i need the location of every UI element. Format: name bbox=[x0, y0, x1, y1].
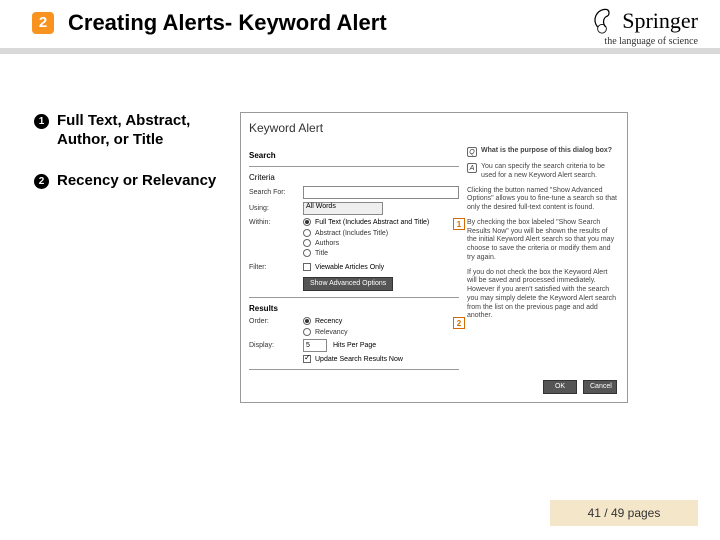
update-results-checkbox[interactable] bbox=[303, 355, 311, 363]
order-radio-relevancy[interactable] bbox=[303, 328, 311, 336]
order-option-label: Relevancy bbox=[315, 329, 348, 336]
brand-name: Springer bbox=[622, 8, 698, 34]
show-advanced-button[interactable]: Show Advanced Options bbox=[303, 277, 393, 291]
within-radio-authors[interactable] bbox=[303, 239, 311, 247]
header-step-badge: 2 bbox=[32, 12, 54, 34]
filter-label: Filter: bbox=[249, 264, 303, 271]
cancel-button[interactable]: Cancel bbox=[583, 380, 617, 394]
display-label: Display: bbox=[249, 342, 303, 349]
help-question: What is the purpose of this dialog box? bbox=[481, 147, 612, 157]
dialog-title: Keyword Alert bbox=[249, 121, 619, 135]
brand-block: Springer the language of science bbox=[588, 6, 698, 47]
within-radio-abstract[interactable] bbox=[303, 229, 311, 237]
divider bbox=[249, 369, 459, 370]
page-counter: 41 / 49 pages bbox=[550, 500, 698, 526]
within-option-label: Title bbox=[315, 250, 328, 257]
order-radio-recency[interactable] bbox=[303, 317, 311, 325]
using-label: Using: bbox=[249, 205, 303, 212]
slide-title: Creating Alerts- Keyword Alert bbox=[68, 10, 387, 36]
order-option-label: Recency bbox=[315, 318, 342, 325]
bullet-item: 2 Recency or Relevancy bbox=[34, 172, 240, 191]
callout-marker-2: 2 bbox=[453, 317, 465, 329]
springer-horse-icon bbox=[588, 6, 616, 34]
within-option-label: Authors bbox=[315, 240, 339, 247]
header-underline bbox=[0, 48, 720, 54]
results-section-label: Results bbox=[249, 304, 459, 313]
display-count-input[interactable] bbox=[303, 339, 327, 352]
within-option-label: Full Text (Includes Abstract and Title) bbox=[315, 219, 429, 226]
brand-tagline: the language of science bbox=[588, 36, 698, 47]
filter-checkbox[interactable] bbox=[303, 263, 311, 271]
bullet-number-icon: 2 bbox=[34, 174, 49, 189]
help-paragraph: Clicking the button named "Show Advanced… bbox=[467, 187, 617, 213]
order-label: Order: bbox=[249, 318, 303, 325]
search-for-input[interactable] bbox=[303, 186, 459, 199]
slide-header: 2 Creating Alerts- Keyword Alert Springe… bbox=[0, 0, 720, 66]
dialog-form: Search Criteria Search For: Using: All W… bbox=[249, 147, 459, 392]
divider bbox=[249, 166, 459, 167]
left-bullets: 1 Full Text, Abstract, Author, or Title … bbox=[34, 112, 240, 403]
search-section-label: Search bbox=[249, 151, 459, 160]
bullet-text: Full Text, Abstract, Author, or Title bbox=[57, 112, 240, 150]
bullet-number-icon: 1 bbox=[34, 114, 49, 129]
help-paragraph: If you do not check the box the Keyword … bbox=[467, 269, 617, 322]
within-radio-fulltext[interactable] bbox=[303, 218, 311, 226]
answer-icon: A bbox=[467, 163, 477, 173]
help-answer: You can specify the search criteria to b… bbox=[481, 163, 617, 181]
bullet-text: Recency or Relevancy bbox=[57, 172, 216, 191]
within-radio-title[interactable] bbox=[303, 249, 311, 257]
question-icon: Q bbox=[467, 147, 477, 157]
divider bbox=[249, 297, 459, 298]
ok-button[interactable]: OK bbox=[543, 380, 577, 394]
using-select[interactable]: All Words bbox=[303, 202, 383, 215]
keyword-alert-dialog: Keyword Alert Search Criteria Search For… bbox=[240, 112, 628, 403]
update-results-label: Update Search Results Now bbox=[315, 356, 403, 363]
within-label: Within: bbox=[249, 219, 303, 226]
dialog-help-panel: Q What is the purpose of this dialog box… bbox=[467, 147, 617, 392]
display-suffix: Hits Per Page bbox=[333, 342, 376, 349]
bullet-item: 1 Full Text, Abstract, Author, or Title bbox=[34, 112, 240, 150]
filter-checkbox-label: Viewable Articles Only bbox=[315, 264, 384, 271]
criteria-label: Criteria bbox=[249, 173, 459, 182]
within-option-label: Abstract (Includes Title) bbox=[315, 230, 388, 237]
help-paragraph: By checking the box labeled "Show Search… bbox=[467, 219, 617, 263]
callout-marker-1: 1 bbox=[453, 218, 465, 230]
search-for-label: Search For: bbox=[249, 189, 303, 196]
